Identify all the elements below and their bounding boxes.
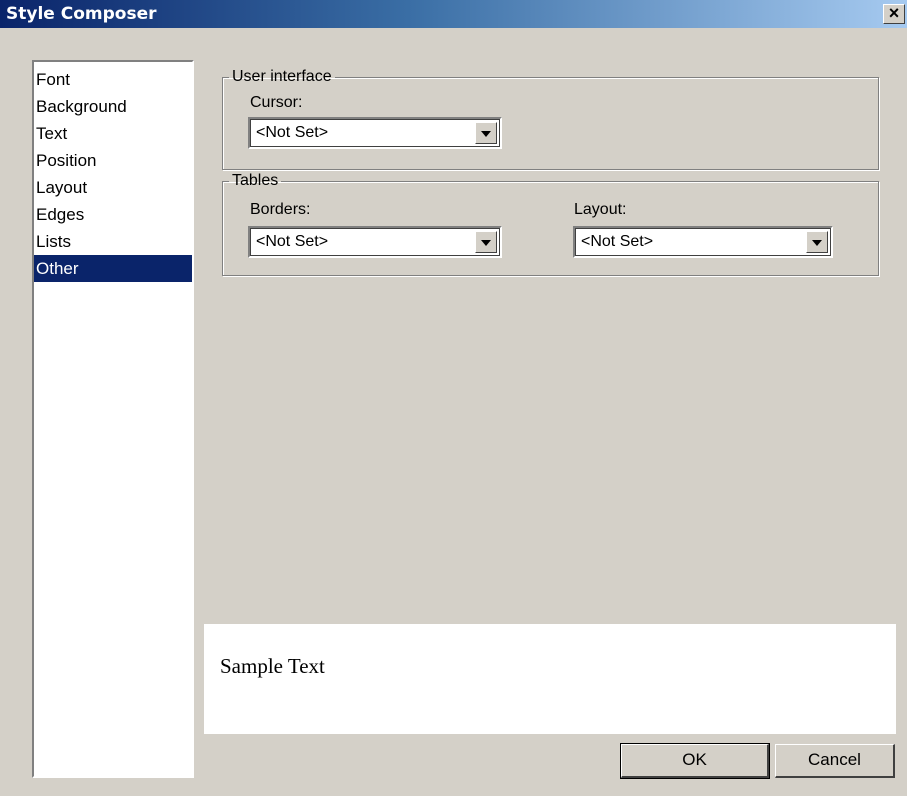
category-item-text[interactable]: Text: [34, 120, 192, 147]
borders-select-value: <Not Set>: [256, 233, 329, 250]
layout-label: Layout:: [574, 201, 627, 218]
borders-select[interactable]: <Not Set>: [248, 226, 502, 258]
borders-label: Borders:: [250, 201, 311, 218]
title-bar: Style Composer ×: [0, 0, 907, 28]
category-item-other[interactable]: Other: [34, 255, 192, 282]
chevron-down-icon[interactable]: [806, 231, 828, 253]
cursor-label: Cursor:: [250, 94, 303, 111]
close-icon: ×: [888, 3, 900, 23]
cursor-select-value: <Not Set>: [256, 124, 329, 141]
category-item-position[interactable]: Position: [34, 147, 192, 174]
chevron-down-icon[interactable]: [475, 231, 497, 253]
category-item-background[interactable]: Background: [34, 93, 192, 120]
tables-legend: Tables: [232, 172, 279, 189]
layout-select[interactable]: <Not Set>: [573, 226, 833, 258]
ok-button[interactable]: OK: [620, 743, 770, 779]
category-list[interactable]: Font Background Text Position Layout Edg…: [32, 60, 194, 778]
preview-pane: Sample Text: [204, 624, 896, 734]
category-item-lists[interactable]: Lists: [34, 228, 192, 255]
tables-group: Tables: [222, 172, 879, 276]
cursor-select[interactable]: <Not Set>: [248, 117, 502, 149]
category-item-edges[interactable]: Edges: [34, 201, 192, 228]
layout-select-value: <Not Set>: [581, 233, 654, 250]
category-item-layout[interactable]: Layout: [34, 174, 192, 201]
close-button[interactable]: ×: [883, 4, 905, 24]
category-item-font[interactable]: Font: [34, 66, 192, 93]
cancel-button[interactable]: Cancel: [775, 744, 895, 778]
sample-text: Sample Text: [220, 654, 325, 678]
user-interface-legend: User interface: [232, 68, 332, 85]
chevron-down-icon[interactable]: [475, 122, 497, 144]
window-title: Style Composer: [6, 4, 157, 24]
